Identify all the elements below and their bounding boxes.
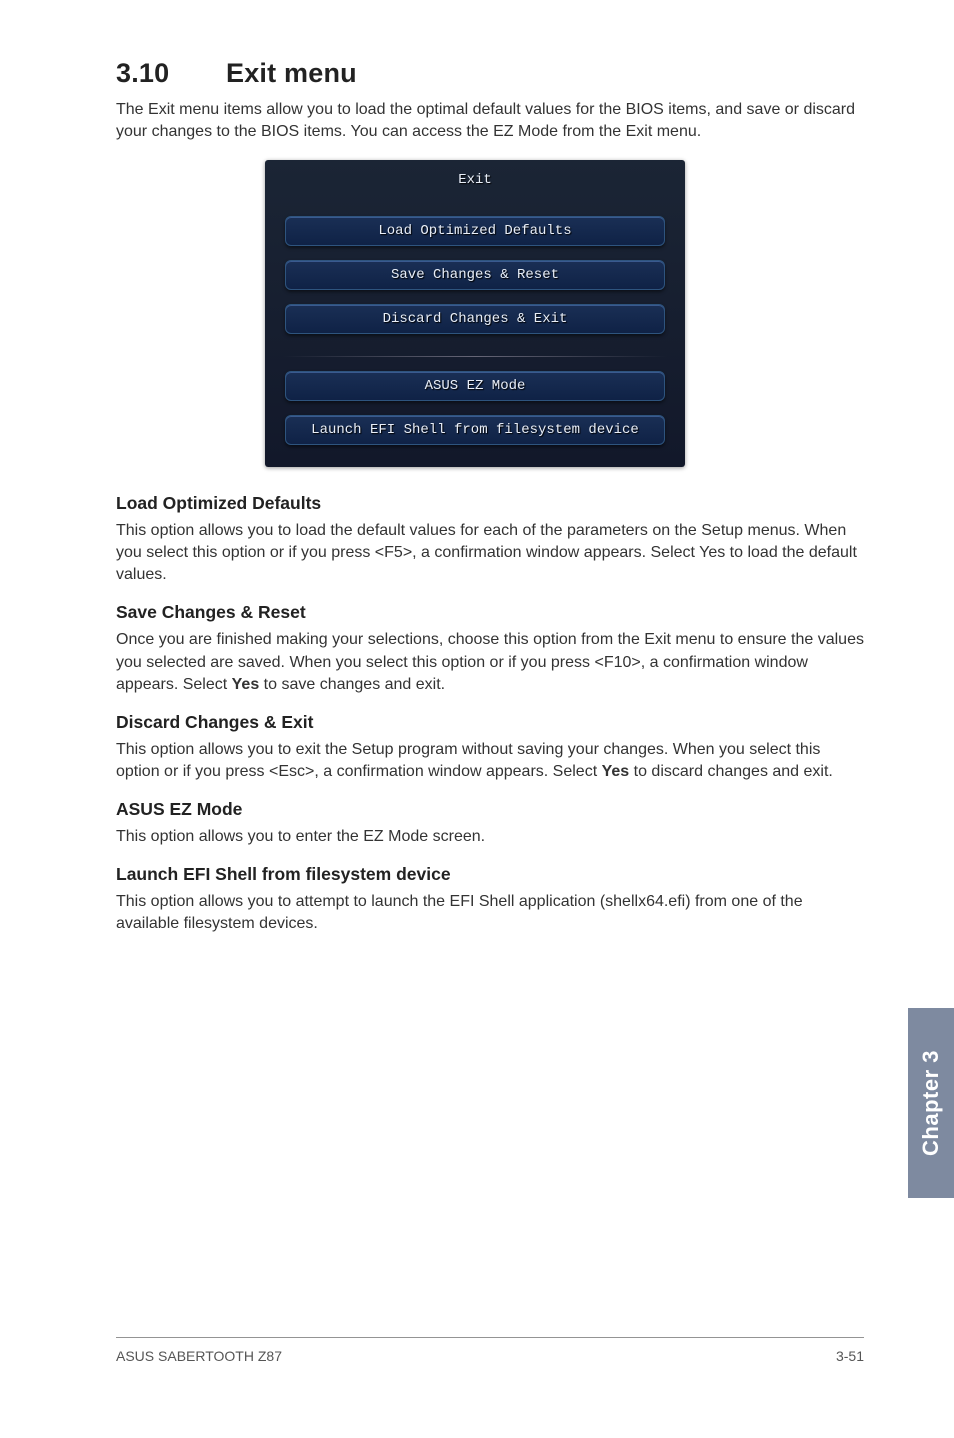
discard-exit-heading: Discard Changes & Exit	[116, 712, 864, 733]
bios-screenshot-container: Exit Load Optimized Defaults Save Change…	[116, 160, 864, 467]
footer-product: ASUS SABERTOOTH Z87	[116, 1348, 282, 1364]
bios-separator	[283, 356, 667, 357]
page-footer: ASUS SABERTOOTH Z87 3-51	[116, 1337, 864, 1364]
save-reset-yes: Yes	[232, 676, 260, 693]
efi-shell-heading: Launch EFI Shell from filesystem device	[116, 864, 864, 885]
save-reset-body-a: Once you are finished making your select…	[116, 631, 864, 692]
footer-page-number: 3-51	[836, 1348, 864, 1364]
load-defaults-body: This option allows you to load the defau…	[116, 520, 864, 586]
bios-panel-title: Exit	[279, 168, 671, 202]
save-reset-body-b: to save changes and exit.	[259, 676, 445, 693]
intro-paragraph: The Exit menu items allow you to load th…	[116, 99, 864, 142]
bios-ez-mode-button[interactable]: ASUS EZ Mode	[285, 371, 665, 401]
bios-exit-panel: Exit Load Optimized Defaults Save Change…	[265, 160, 685, 467]
discard-exit-body-b: to discard changes and exit.	[629, 763, 833, 780]
ez-mode-heading: ASUS EZ Mode	[116, 799, 864, 820]
discard-exit-body: This option allows you to exit the Setup…	[116, 739, 864, 783]
section-heading: 3.10Exit menu	[116, 58, 864, 89]
bios-efi-shell-button[interactable]: Launch EFI Shell from filesystem device	[285, 415, 665, 445]
section-number: 3.10	[116, 58, 226, 89]
ez-mode-body: This option allows you to enter the EZ M…	[116, 826, 864, 848]
bios-discard-exit-button[interactable]: Discard Changes & Exit	[285, 304, 665, 334]
save-reset-body: Once you are finished making your select…	[116, 629, 864, 695]
bios-load-defaults-button[interactable]: Load Optimized Defaults	[285, 216, 665, 246]
bios-save-reset-button[interactable]: Save Changes & Reset	[285, 260, 665, 290]
discard-exit-yes: Yes	[602, 763, 630, 780]
load-defaults-heading: Load Optimized Defaults	[116, 493, 864, 514]
efi-shell-body: This option allows you to attempt to lau…	[116, 891, 864, 935]
chapter-tab-label: Chapter 3	[918, 1050, 944, 1156]
section-title-text: Exit menu	[226, 58, 357, 88]
save-reset-heading: Save Changes & Reset	[116, 602, 864, 623]
chapter-tab: Chapter 3	[908, 1008, 954, 1198]
